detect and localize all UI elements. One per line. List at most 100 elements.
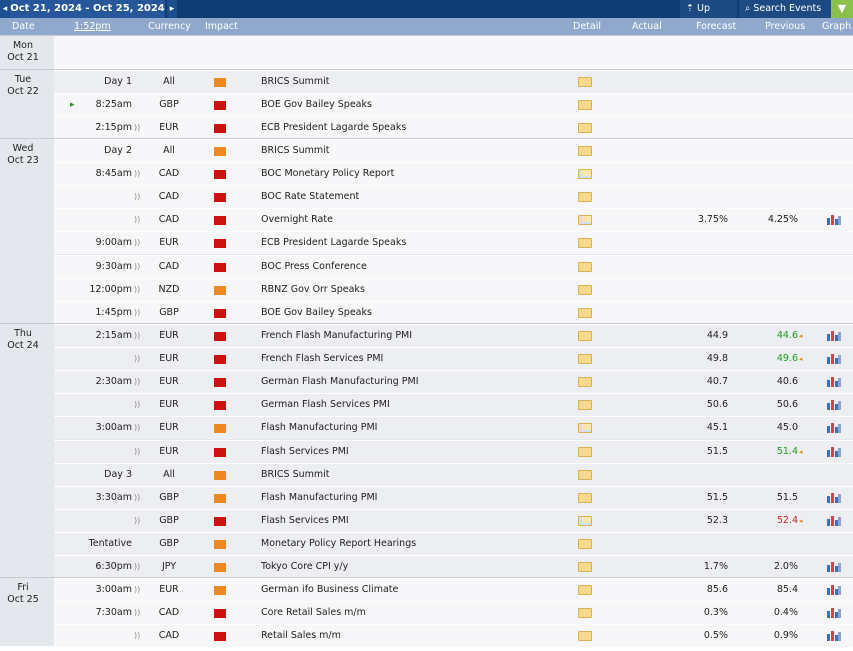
event-title[interactable]: RBNZ Gov Orr Speaks (261, 279, 365, 301)
event-row[interactable]: 6:30pm)) JPY Tokyo Core CPI y/y 1.7% 2.0% (54, 555, 853, 578)
folder-icon[interactable] (578, 447, 592, 457)
date-range-label[interactable]: Oct 21, 2024 - Oct 25, 2024 (10, 0, 165, 18)
folder-icon[interactable] (578, 585, 592, 595)
event-row[interactable]: )) GBP Flash Services PMI 52.3 52.4 ◂ (54, 509, 853, 532)
event-title[interactable]: German ifo Business Climate (261, 579, 398, 601)
event-row[interactable]: Day 1 All BRICS Summit (54, 70, 853, 93)
bar-chart-icon[interactable] (827, 630, 841, 641)
event-row[interactable]: )) EUR Flash Services PMI 51.5 51.4 ◂ (54, 440, 853, 463)
event-title[interactable]: Tokyo Core CPI y/y (261, 556, 348, 578)
folder-doc-icon[interactable] (578, 169, 592, 179)
event-row[interactable]: 9:00am)) EUR ECB President Lagarde Speaks (54, 231, 853, 254)
folder-icon[interactable] (578, 146, 592, 156)
event-title[interactable]: Flash Services PMI (261, 441, 349, 463)
next-week-button[interactable]: ▸ (167, 0, 177, 18)
bar-chart-icon[interactable] (827, 353, 841, 364)
event-row[interactable]: 3:00am)) EUR German ifo Business Climate 85… (54, 578, 853, 601)
sound-icon[interactable]: )) (134, 186, 142, 208)
event-row[interactable]: 3:30am)) GBP Flash Manufacturing PMI 51.5 51… (54, 486, 853, 509)
sound-icon[interactable]: )) (134, 394, 142, 416)
event-title[interactable]: French Flash Manufacturing PMI (261, 325, 412, 347)
event-title[interactable]: ECB President Lagarde Speaks (261, 117, 406, 139)
event-row[interactable]: Day 3 All BRICS Summit (54, 463, 853, 486)
folder-icon[interactable] (578, 539, 592, 549)
folder-doc-icon[interactable] (578, 215, 592, 225)
folder-icon[interactable] (578, 608, 592, 618)
folder-icon[interactable] (578, 562, 592, 572)
folder-icon[interactable] (578, 377, 592, 387)
bar-chart-icon[interactable] (827, 214, 841, 225)
sound-icon[interactable]: )) (134, 417, 142, 439)
up-next-button[interactable]: ⇡ Up Next (680, 0, 737, 32)
sound-icon[interactable]: )) (134, 325, 142, 347)
folder-doc-icon[interactable] (578, 423, 592, 433)
play-icon[interactable]: ▸ (70, 94, 75, 116)
folder-icon[interactable] (578, 262, 592, 272)
folder-icon[interactable] (578, 123, 592, 133)
event-row[interactable]: 12:00pm)) NZD RBNZ Gov Orr Speaks (54, 278, 853, 301)
bar-chart-icon[interactable] (827, 515, 841, 526)
event-row[interactable]: 2:15am)) EUR French Flash Manufacturing PM… (54, 324, 853, 347)
event-row[interactable]: Day 2 All BRICS Summit (54, 139, 853, 162)
sound-icon[interactable]: )) (134, 556, 142, 578)
event-title[interactable]: German Flash Manufacturing PMI (261, 371, 419, 393)
event-title[interactable]: Overnight Rate (261, 209, 333, 231)
event-title[interactable]: Core Retail Sales m/m (261, 602, 366, 624)
folder-icon[interactable] (578, 285, 592, 295)
event-title[interactable]: ECB President Lagarde Speaks (261, 232, 406, 254)
sound-icon[interactable]: )) (134, 163, 142, 185)
event-title[interactable]: Flash Manufacturing PMI (261, 487, 377, 509)
sound-icon[interactable]: )) (134, 510, 142, 532)
sound-icon[interactable]: )) (134, 371, 142, 393)
event-row[interactable]: 3:00am)) EUR Flash Manufacturing PMI 45.1 45… (54, 416, 853, 439)
event-row[interactable]: )) CAD Overnight Rate 3.75% 4.25% (54, 208, 853, 231)
sound-icon[interactable]: )) (134, 441, 142, 463)
folder-icon[interactable] (578, 192, 592, 202)
header-current-time[interactable]: 1:52pm (74, 18, 111, 35)
event-row[interactable]: 1:45pm)) GBP BOE Gov Bailey Speaks (54, 301, 853, 324)
bar-chart-icon[interactable] (827, 446, 841, 457)
prev-week-button[interactable]: ◂ (0, 0, 10, 18)
event-title[interactable]: Retail Sales m/m (261, 625, 341, 647)
sound-icon[interactable]: )) (134, 232, 142, 254)
folder-icon[interactable] (578, 631, 592, 641)
event-row[interactable]: )) CAD Retail Sales m/m 0.5% 0.9% (54, 624, 853, 647)
event-title[interactable]: French Flash Services PMI (261, 348, 383, 370)
folder-doc-icon[interactable] (578, 516, 592, 526)
search-events-button[interactable]: ⌕ Search Events (739, 0, 831, 18)
bar-chart-icon[interactable] (827, 561, 841, 572)
event-row[interactable]: 8:45am)) CAD BOC Monetary Policy Report (54, 162, 853, 185)
bar-chart-icon[interactable] (827, 399, 841, 410)
event-row[interactable]: Tentative GBP Monetary Policy Report Heari… (54, 532, 853, 555)
folder-icon[interactable] (578, 354, 592, 364)
event-row[interactable]: 8:25am ▸ GBP BOE Gov Bailey Speaks (54, 93, 853, 116)
folder-icon[interactable] (578, 493, 592, 503)
sound-icon[interactable]: )) (134, 209, 142, 231)
event-title[interactable]: Flash Manufacturing PMI (261, 417, 377, 439)
sound-icon[interactable]: )) (134, 256, 142, 278)
bar-chart-icon[interactable] (827, 607, 841, 618)
bar-chart-icon[interactable] (827, 422, 841, 433)
folder-icon[interactable] (578, 400, 592, 410)
bar-chart-icon[interactable] (827, 584, 841, 595)
folder-icon[interactable] (578, 331, 592, 341)
event-row[interactable]: 2:15pm)) EUR ECB President Lagarde Speaks (54, 116, 853, 139)
event-row[interactable]: 2:30am)) EUR German Flash Manufacturing PM… (54, 370, 853, 393)
event-title[interactable]: BOC Press Conference (261, 256, 367, 278)
event-row[interactable]: )) CAD BOC Rate Statement (54, 185, 853, 208)
bar-chart-icon[interactable] (827, 376, 841, 387)
sound-icon[interactable]: )) (134, 487, 142, 509)
event-title[interactable]: BRICS Summit (261, 464, 330, 486)
folder-icon[interactable] (578, 470, 592, 480)
filter-button[interactable]: ▼ (831, 0, 853, 18)
bar-chart-icon[interactable] (827, 330, 841, 341)
event-title[interactable]: BOE Gov Bailey Speaks (261, 94, 372, 116)
folder-icon[interactable] (578, 308, 592, 318)
event-title[interactable]: Flash Services PMI (261, 510, 349, 532)
event-title[interactable]: BOE Gov Bailey Speaks (261, 302, 372, 324)
folder-icon[interactable] (578, 77, 592, 87)
sound-icon[interactable]: )) (134, 302, 142, 324)
sound-icon[interactable]: )) (134, 602, 142, 624)
sound-icon[interactable]: )) (134, 579, 142, 601)
event-row[interactable]: )) EUR German Flash Services PMI 50.6 50.6 (54, 393, 853, 416)
